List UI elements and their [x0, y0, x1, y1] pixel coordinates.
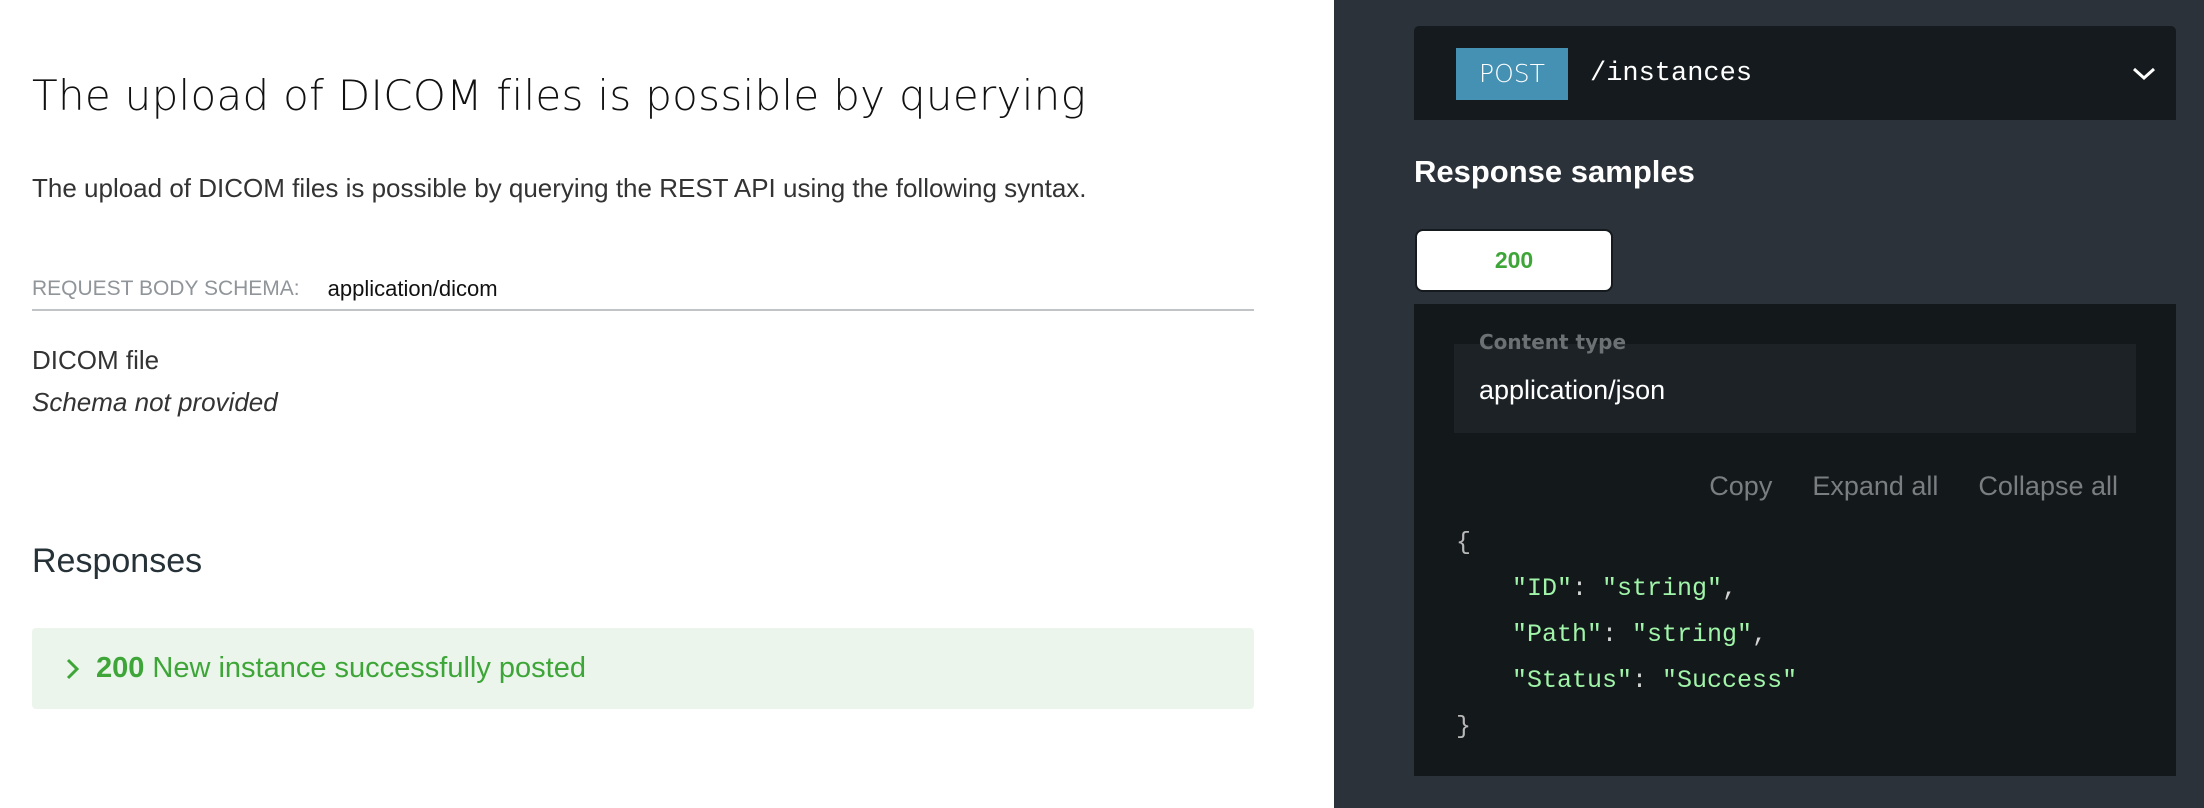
response-code: 200: [96, 652, 145, 684]
json-open-brace: {: [1456, 528, 1472, 557]
json-value: "string": [1632, 620, 1753, 649]
endpoint-toggle[interactable]: POST /instances: [1414, 26, 2176, 120]
collapse-all-button[interactable]: Collapse all: [1978, 470, 2118, 502]
sample-actions: Copy Expand all Collapse all: [1709, 470, 2118, 502]
json-key: "Path": [1512, 620, 1603, 649]
json-value: "string": [1602, 574, 1723, 603]
request-body-name: DICOM file: [32, 345, 160, 375]
json-key: "Status": [1512, 666, 1633, 695]
json-value: "Success": [1662, 666, 1798, 695]
json-field: "ID": "string",: [1512, 574, 1738, 603]
endpoint-path: /instances: [1590, 59, 1753, 89]
response-sample-panel: Content type application/json Copy Expan…: [1414, 304, 2176, 776]
response-samples-heading: Response samples: [1414, 154, 1695, 189]
samples-sidebar: POST /instances Response samples 200 Con…: [1334, 0, 2204, 808]
chevron-down-icon[interactable]: [2132, 67, 2156, 81]
response-200-toggle[interactable]: 200 New instance successfully posted: [32, 628, 1254, 709]
operation-description: The upload of DICOM files is possible by…: [32, 173, 1087, 203]
response-sample-tab-200[interactable]: 200: [1415, 229, 1613, 292]
operation-title: The upload of DICOM files is possible by…: [32, 71, 1087, 120]
json-key: "ID": [1512, 574, 1573, 603]
copy-button[interactable]: Copy: [1709, 470, 1772, 502]
json-field: "Status": "Success": [1512, 666, 1798, 695]
request-body-content-type: application/dicom: [327, 276, 498, 301]
json-close-brace: }: [1456, 712, 1472, 741]
request-body-schema-note: Schema not provided: [32, 387, 278, 417]
json-sample: { "ID": "string", "Path": "string", "Sta…: [1456, 520, 1797, 750]
responses-heading: Responses: [32, 542, 203, 580]
http-method-badge: POST: [1456, 48, 1568, 100]
request-body-schema-header: Request Body schema: application/dicom: [32, 275, 1254, 311]
response-description: New instance successfully posted: [152, 652, 586, 684]
content-type-value[interactable]: application/json: [1479, 374, 1665, 406]
json-field: "Path": "string",: [1512, 620, 1768, 649]
request-body-schema-label: Request Body schema:: [32, 277, 300, 300]
chevron-right-icon: [66, 658, 82, 680]
operation-docs: The upload of DICOM files is possible by…: [0, 0, 1334, 808]
expand-all-button[interactable]: Expand all: [1812, 470, 1938, 502]
content-type-label: Content type: [1479, 330, 1627, 354]
